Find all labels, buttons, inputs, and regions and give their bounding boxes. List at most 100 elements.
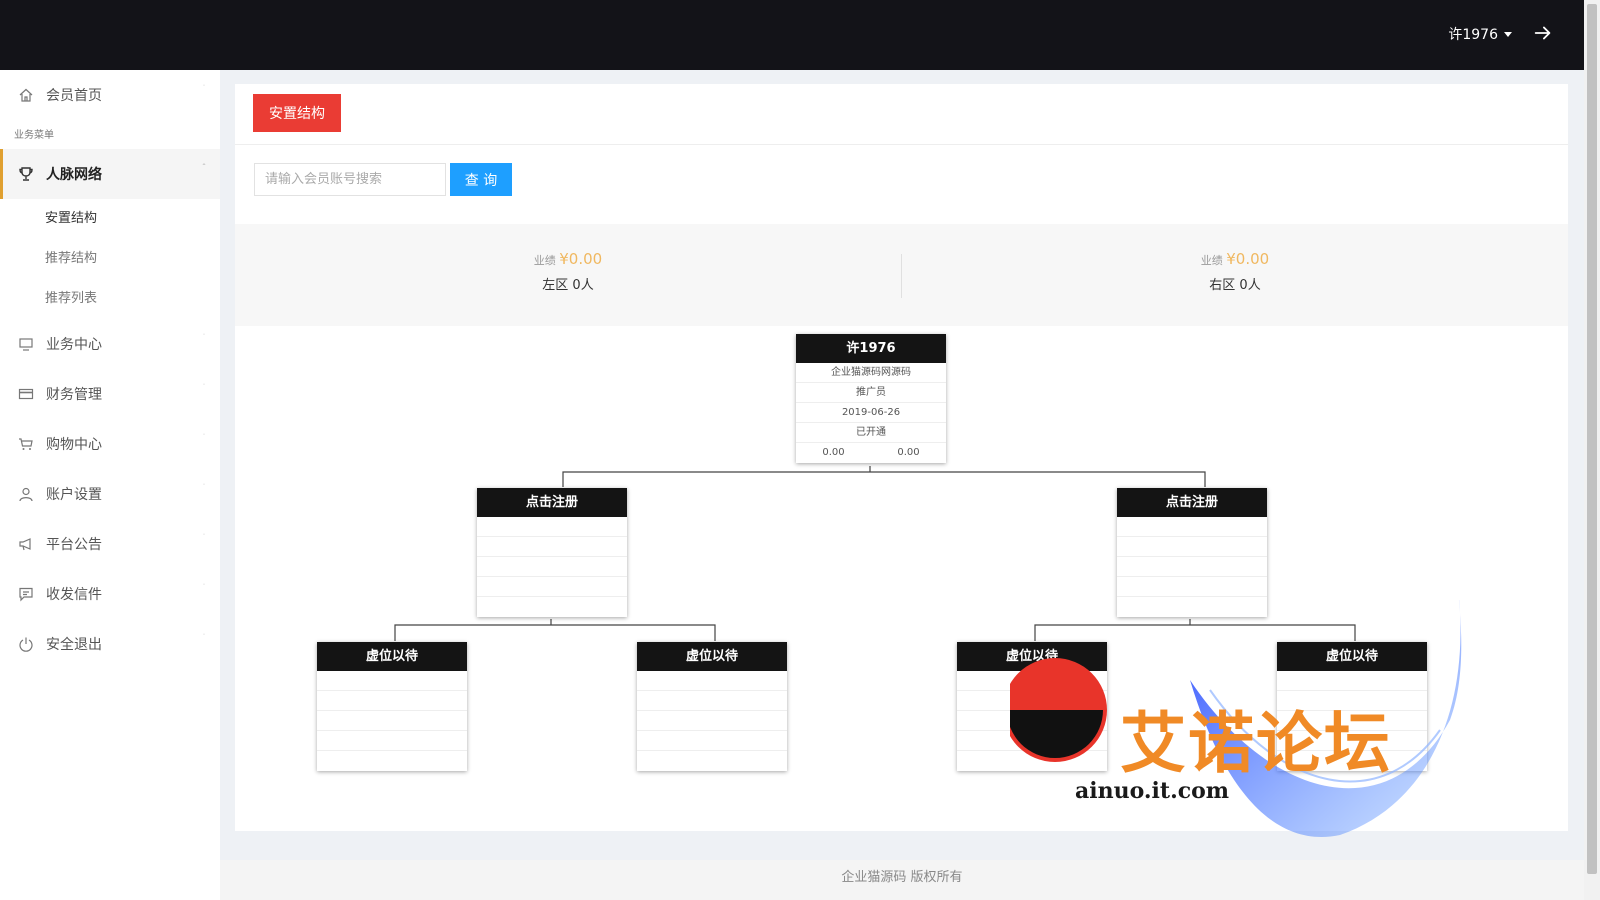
footer: 企业猫源码 版权所有 <box>220 860 1584 900</box>
sidebar-subitem-referral-list[interactable]: 推荐列表 <box>0 279 220 319</box>
chevron-icon: ˙ <box>202 583 206 592</box>
sidebar-subitem-referral-structure[interactable]: 推荐结构 <box>0 239 220 279</box>
node-row: 推广员 <box>796 383 946 403</box>
node-row <box>1277 731 1427 751</box>
node-row <box>1277 711 1427 731</box>
node-row <box>317 711 467 731</box>
vacant-title[interactable]: 虚位以待 <box>637 642 787 671</box>
node-row <box>317 671 467 691</box>
sidebar-item-messages[interactable]: 收发信件 ˙ <box>0 569 220 619</box>
sidebar-item-label: 平台公告 <box>46 537 102 553</box>
node-row <box>637 711 787 731</box>
chevron-icon: ˙ <box>202 433 206 442</box>
message-icon <box>18 586 34 602</box>
sidebar-item-label: 人脉网络 <box>46 167 102 183</box>
chevron-icon: ˆ <box>202 163 206 172</box>
node-row <box>1277 691 1427 711</box>
tree-node-vacant[interactable]: 虚位以待 <box>957 642 1107 771</box>
arrow-right-icon[interactable] <box>1532 22 1554 44</box>
sidebar: 会员首页 ˙ 业务菜单 人脉网络 ˆ 安置结构 推荐结构 推荐列表 业务中心 ˙… <box>0 70 220 900</box>
scrollbar-thumb[interactable] <box>1587 4 1597 874</box>
tree-node-vacant[interactable]: 虚位以待 <box>1277 642 1427 771</box>
node-row <box>477 557 627 577</box>
tree-node-left[interactable]: 点击注册 <box>477 488 627 617</box>
caret-down-icon <box>1504 31 1512 37</box>
node-row <box>477 597 627 617</box>
chevron-icon: ˙ <box>202 533 206 542</box>
node-row <box>1117 557 1267 577</box>
tree-node-vacant[interactable]: 虚位以待 <box>637 642 787 771</box>
node-row <box>957 751 1107 771</box>
sidebar-item-logout[interactable]: 安全退出 ˙ <box>0 619 220 669</box>
tree-node-vacant[interactable]: 虚位以待 <box>317 642 467 771</box>
page-scrollbar[interactable] <box>1584 0 1600 900</box>
node-left-value: 0.00 <box>822 447 845 458</box>
sidebar-item-finance[interactable]: 财务管理 ˙ <box>0 369 220 419</box>
chevron-icon: ˙ <box>202 633 206 642</box>
sidebar-section-label: 业务菜单 <box>14 130 54 141</box>
power-icon <box>18 636 34 652</box>
user-menu[interactable]: 许1976 <box>1448 24 1512 44</box>
node-row <box>477 517 627 537</box>
node-row <box>637 671 787 691</box>
monitor-icon <box>18 336 34 352</box>
node-row <box>1117 577 1267 597</box>
main-card: 安置结构 查 询 业绩 ¥0.00 左区 0人 业绩 ¥0.00 右区 0人 <box>235 84 1568 831</box>
tree-node-root[interactable]: 许1976 企业猫源码网源码 推广员 2019-06-26 已开通 0.00 0… <box>796 334 946 463</box>
sidebar-item-label: 购物中心 <box>46 437 102 453</box>
node-row: 2019-06-26 <box>796 403 946 423</box>
node-row <box>317 751 467 771</box>
tree-node-right[interactable]: 点击注册 <box>1117 488 1267 617</box>
node-row: 已开通 <box>796 423 946 443</box>
node-row <box>637 691 787 711</box>
username-label: 许1976 <box>1448 27 1498 43</box>
sidebar-item-account[interactable]: 账户设置 ˙ <box>0 469 220 519</box>
chevron-icon: ˙ <box>202 483 206 492</box>
cart-icon <box>18 436 34 452</box>
node-row: 企业猫源码网源码 <box>796 363 946 383</box>
vacant-title[interactable]: 虚位以待 <box>957 642 1107 671</box>
node-row <box>1277 671 1427 691</box>
node-row <box>1277 751 1427 771</box>
sidebar-item-announcements[interactable]: 平台公告 ˙ <box>0 519 220 569</box>
node-right-value: 0.00 <box>897 447 920 458</box>
megaphone-icon <box>18 536 34 552</box>
node-row <box>317 731 467 751</box>
sidebar-item-home[interactable]: 会员首页 ˙ <box>0 70 220 120</box>
node-row <box>1117 537 1267 557</box>
node-row <box>1117 597 1267 617</box>
sidebar-item-label: 会员首页 <box>46 88 102 104</box>
sidebar-subitem-placement[interactable]: 安置结构 <box>0 199 220 239</box>
vacant-title[interactable]: 虚位以待 <box>317 642 467 671</box>
node-row <box>477 537 627 557</box>
node-row <box>1117 517 1267 537</box>
node-row <box>477 577 627 597</box>
top-bar: 许1976 <box>0 0 1584 70</box>
home-icon <box>18 87 34 103</box>
node-row <box>637 731 787 751</box>
sidebar-item-business[interactable]: 业务中心 ˙ <box>0 319 220 369</box>
sidebar-item-network[interactable]: 人脉网络 ˆ <box>0 149 220 199</box>
node-row <box>957 671 1107 691</box>
sidebar-item-label: 业务中心 <box>46 337 102 353</box>
register-link[interactable]: 点击注册 <box>1117 488 1267 517</box>
sidebar-item-label: 收发信件 <box>46 587 102 603</box>
node-row <box>317 691 467 711</box>
sidebar-item-label: 财务管理 <box>46 387 102 403</box>
chevron-icon: ˙ <box>202 333 206 342</box>
chevron-icon: ˙ <box>202 84 206 93</box>
node-row <box>957 731 1107 751</box>
node-row <box>637 751 787 771</box>
sidebar-item-shopping[interactable]: 购物中心 ˙ <box>0 419 220 469</box>
node-row <box>957 691 1107 711</box>
sidebar-item-label: 安全退出 <box>46 637 102 653</box>
card-icon <box>18 386 34 402</box>
sidebar-item-label: 账户设置 <box>46 487 102 503</box>
vacant-title[interactable]: 虚位以待 <box>1277 642 1427 671</box>
node-row-values: 0.00 0.00 <box>796 443 946 463</box>
user-icon <box>18 486 34 502</box>
node-title[interactable]: 许1976 <box>796 334 946 363</box>
node-row <box>957 711 1107 731</box>
trophy-icon <box>18 166 34 182</box>
register-link[interactable]: 点击注册 <box>477 488 627 517</box>
